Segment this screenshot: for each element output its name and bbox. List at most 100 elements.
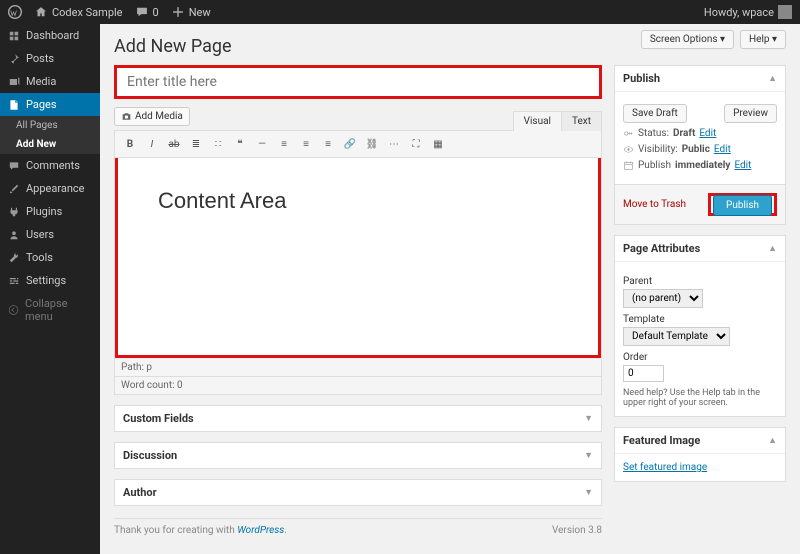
chevron-down-icon: ▼ (584, 413, 593, 424)
pin-icon (8, 53, 20, 65)
sidebar-item-posts[interactable]: Posts (0, 47, 100, 70)
move-to-trash-link[interactable]: Move to Trash (623, 199, 686, 210)
publish-box: Publish▲ Save Draft Preview Status: Draf… (614, 65, 786, 225)
content-editor[interactable]: Content Area (115, 158, 601, 358)
tb-fullscreen[interactable]: ⛶ (407, 135, 425, 153)
sidebar-item-tools[interactable]: Tools (0, 246, 100, 269)
dashboard-icon (8, 30, 20, 42)
new-label: New (189, 6, 211, 19)
chevron-down-icon: ▼ (584, 450, 593, 461)
chevron-down-icon: ▼ (584, 487, 593, 498)
sidebar-item-pages[interactable]: Pages (0, 93, 100, 116)
sidebar-item-dashboard[interactable]: Dashboard (0, 24, 100, 47)
site-name: Codex Sample (52, 6, 123, 19)
sidebar-sub-add-new[interactable]: Add New (0, 135, 100, 154)
calendar-icon (623, 160, 634, 171)
metabox-author: Author▼ (114, 479, 602, 506)
help-button[interactable]: Help ▾ (740, 30, 786, 49)
editor-toolbar: B I ab ≣ ∷ ❝ — ≡ ≡ ≡ 🔗 ⛓ ⋯ ⛶ ▦ (115, 131, 601, 158)
sidebar-item-users[interactable]: Users (0, 223, 100, 246)
tb-quote[interactable]: ❝ (231, 135, 249, 153)
key-icon (623, 128, 634, 139)
editor: B I ab ≣ ∷ ❝ — ≡ ≡ ≡ 🔗 ⛓ ⋯ ⛶ ▦ (114, 130, 602, 395)
collapse-icon (8, 304, 19, 316)
greeting: Howdy, wpace (704, 6, 774, 19)
wordpress-link[interactable]: WordPress (237, 525, 284, 536)
page-attributes-box: Page Attributes▲ Parent(no parent) Templ… (614, 235, 786, 417)
metabox-toggle-custom-fields[interactable]: Custom Fields▼ (115, 406, 601, 431)
account-link[interactable]: Howdy, wpace (704, 5, 792, 19)
sidebar-item-appearance[interactable]: Appearance (0, 177, 100, 200)
tb-right[interactable]: ≡ (319, 135, 337, 153)
featured-image-box: Featured Image▲ Set featured image (614, 427, 786, 482)
sidebar-item-media[interactable]: Media (0, 70, 100, 93)
publish-box-toggle[interactable]: Publish▲ (615, 66, 785, 91)
admin-bar: Codex Sample 0 New Howdy, wpace (0, 0, 800, 24)
metabox-custom-fields: Custom Fields▼ (114, 405, 602, 432)
site-name-link[interactable]: Codex Sample (34, 5, 123, 19)
title-input[interactable] (114, 65, 602, 99)
sliders-icon (8, 275, 20, 287)
preview-button[interactable]: Preview (724, 104, 777, 123)
tb-hr[interactable]: — (253, 135, 271, 153)
tb-strike[interactable]: ab (165, 135, 183, 153)
edit-schedule-link[interactable]: Edit (734, 160, 751, 171)
plus-icon (171, 5, 185, 19)
metabox-toggle-discussion[interactable]: Discussion▼ (115, 443, 601, 468)
comment-count: 0 (153, 6, 159, 19)
page-icon (8, 99, 20, 111)
sidebar-item-comments[interactable]: Comments (0, 154, 100, 177)
chevron-up-icon: ▲ (768, 435, 777, 446)
page-attributes-toggle[interactable]: Page Attributes▲ (615, 236, 785, 261)
tb-ul[interactable]: ≣ (187, 135, 205, 153)
content-area-wrap: Screen Options ▾ Help ▾ Add New Page Add… (100, 24, 800, 554)
tb-more[interactable]: ⋯ (385, 135, 403, 153)
chevron-up-icon: ▲ (768, 73, 777, 84)
add-media-button[interactable]: Add Media (114, 107, 190, 126)
avatar (778, 5, 792, 19)
publish-button[interactable]: Publish (713, 195, 772, 216)
edit-visibility-link[interactable]: Edit (714, 144, 731, 155)
parent-select[interactable]: (no parent) (623, 289, 703, 308)
comment-icon (8, 160, 20, 172)
comment-icon (135, 5, 149, 19)
version-text: Version 3.8 (552, 525, 602, 536)
order-label: Order (623, 352, 777, 363)
admin-sidebar: Dashboard Posts Media Pages All Pages Ad… (0, 24, 100, 554)
chevron-up-icon: ▲ (768, 243, 777, 254)
sidebar-collapse[interactable]: Collapse menu (0, 292, 100, 328)
plug-icon (8, 206, 20, 218)
tb-ol[interactable]: ∷ (209, 135, 227, 153)
featured-image-toggle[interactable]: Featured Image▲ (615, 428, 785, 453)
metabox-toggle-author[interactable]: Author▼ (115, 480, 601, 505)
parent-label: Parent (623, 276, 777, 287)
tb-link[interactable]: 🔗 (341, 135, 359, 153)
sidebar-item-plugins[interactable]: Plugins (0, 200, 100, 223)
footer: Thank you for creating with WordPress. V… (114, 518, 602, 542)
tb-unlink[interactable]: ⛓ (363, 135, 381, 153)
order-input[interactable] (623, 365, 664, 382)
user-icon (8, 229, 20, 241)
comments-link[interactable]: 0 (135, 5, 159, 19)
brush-icon (8, 183, 20, 195)
tab-visual[interactable]: Visual (513, 111, 562, 131)
screen-options-button[interactable]: Screen Options ▾ (641, 30, 734, 49)
template-select[interactable]: Default Template (623, 327, 730, 346)
new-content-link[interactable]: New (171, 5, 211, 19)
save-draft-button[interactable]: Save Draft (623, 104, 687, 123)
tb-italic[interactable]: I (143, 135, 161, 153)
tb-left[interactable]: ≡ (275, 135, 293, 153)
sidebar-sub-all-pages[interactable]: All Pages (0, 116, 100, 135)
sidebar-item-settings[interactable]: Settings (0, 269, 100, 292)
attributes-help-text: Need help? Use the Help tab in the upper… (623, 388, 777, 408)
edit-status-link[interactable]: Edit (699, 128, 716, 139)
eye-icon (623, 144, 634, 155)
metabox-discussion: Discussion▼ (114, 442, 602, 469)
tb-toggle[interactable]: ▦ (429, 135, 447, 153)
wp-logo[interactable] (8, 5, 22, 19)
tab-text[interactable]: Text (561, 111, 602, 131)
set-featured-image-link[interactable]: Set featured image (623, 462, 707, 473)
wrench-icon (8, 252, 20, 264)
tb-center[interactable]: ≡ (297, 135, 315, 153)
tb-bold[interactable]: B (121, 135, 139, 153)
